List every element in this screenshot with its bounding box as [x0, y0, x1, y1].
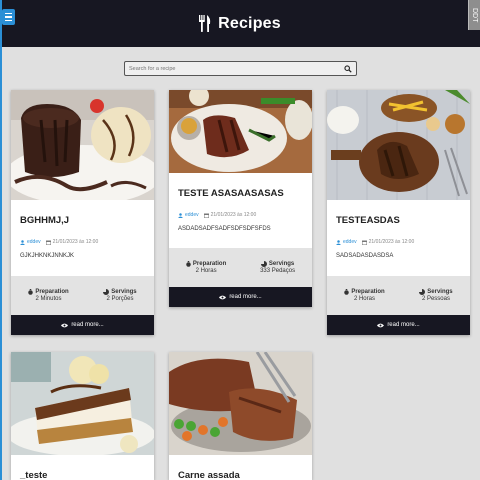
recipe-stats: Preparation 2 Minutos Servings 2 Porções	[11, 276, 154, 315]
recipe-author[interactable]: eddev	[185, 212, 199, 218]
read-more-label: read more...	[229, 294, 262, 300]
calendar-icon	[203, 213, 209, 218]
user-icon	[336, 239, 341, 245]
preparation-value: 2 Horas	[195, 268, 217, 274]
eye-icon	[377, 323, 385, 327]
calendar-icon	[361, 240, 367, 245]
recipe-date: 21/01/2023 às 12:00	[210, 212, 257, 218]
recipe-author[interactable]: eddev	[343, 239, 357, 245]
recipe-title: _teste	[20, 470, 48, 480]
menu-button[interactable]	[2, 9, 15, 25]
recipe-image[interactable]	[169, 90, 312, 173]
recipe-description: SADSADASDASDSA	[336, 253, 394, 259]
recipe-card: Carne assada	[169, 352, 312, 480]
page-title: Recipes	[218, 14, 281, 32]
header-title-group: Recipes	[0, 0, 480, 47]
servings-label: Servings	[427, 289, 453, 295]
servings-value: 2 Pessoas	[421, 296, 450, 302]
recipe-description: ASDADSADFSADFSDFSDFSFDS	[178, 226, 271, 232]
preparation-label: Preparation	[35, 289, 69, 295]
servings-value: 333 Pedaços	[260, 268, 296, 274]
read-more-button[interactable]: read more...	[169, 287, 312, 307]
preparation-label: Preparation	[192, 261, 227, 267]
recipe-image[interactable]	[169, 352, 312, 455]
preparation-value: 2 Minutos	[35, 296, 62, 302]
recipe-title: BGHHMJ,J	[20, 215, 70, 226]
recipe-card: TESTEASDAS eddev 21/01/2023 às 12:00 SAD…	[327, 90, 470, 335]
recipe-title: TESTE ASASAASASAS	[178, 188, 284, 199]
eye-icon	[219, 295, 227, 299]
preparation-value: 2 Horas	[353, 296, 375, 302]
preparation-label: Preparation	[351, 289, 385, 295]
recipe-description: GJKJHKNKJNNKJK	[20, 253, 75, 259]
corner-tag[interactable]: DDT	[468, 0, 480, 30]
eye-icon	[61, 323, 69, 327]
recipe-image[interactable]	[11, 352, 154, 455]
recipe-image[interactable]	[327, 90, 470, 200]
servings-label: Servings	[268, 261, 295, 267]
recipe-date: 21/01/2023 às 12:00	[52, 239, 99, 245]
search-input[interactable]	[129, 65, 344, 72]
calendar-icon	[45, 240, 51, 245]
recipe-date: 21/01/2023 às 12:00	[368, 239, 415, 245]
servings-label: Servings	[111, 289, 137, 295]
recipe-title: TESTEASDAS	[336, 215, 400, 226]
read-more-label: read more...	[71, 322, 104, 328]
user-icon	[20, 239, 25, 245]
recipe-card: TESTE ASASAASASAS eddev 21/01/2023 às 12…	[169, 90, 312, 307]
read-more-button[interactable]: read more...	[327, 315, 470, 335]
recipe-image[interactable]	[11, 90, 154, 200]
utensils-icon	[199, 15, 211, 32]
recipe-stats: Preparation 2 Horas Servings 333 Pedaços	[169, 248, 312, 287]
left-accent-bar	[0, 0, 2, 480]
search-icon[interactable]	[344, 64, 352, 73]
search-bar	[124, 61, 357, 76]
recipe-title: Carne assada	[178, 470, 240, 480]
servings-value: 2 Porções	[106, 296, 134, 302]
recipe-card: _teste	[11, 352, 154, 480]
recipe-card: BGHHMJ,J eddev 21/01/2023 às 12:00 GJKJH…	[11, 90, 154, 335]
recipe-author[interactable]: eddev	[27, 239, 41, 245]
pie-icon	[260, 261, 267, 267]
read-more-label: read more...	[387, 322, 420, 328]
timer-icon	[28, 289, 34, 295]
recipe-stats: Preparation 2 Horas Servings 2 Pessoas	[327, 276, 470, 315]
pie-icon	[419, 289, 426, 295]
pie-icon	[103, 289, 110, 295]
app-header: Recipes DDT	[0, 0, 480, 47]
read-more-button[interactable]: read more...	[11, 315, 154, 335]
timer-icon	[344, 289, 350, 295]
hamburger-icon	[5, 12, 12, 15]
timer-icon	[186, 261, 191, 267]
user-icon	[178, 212, 183, 218]
